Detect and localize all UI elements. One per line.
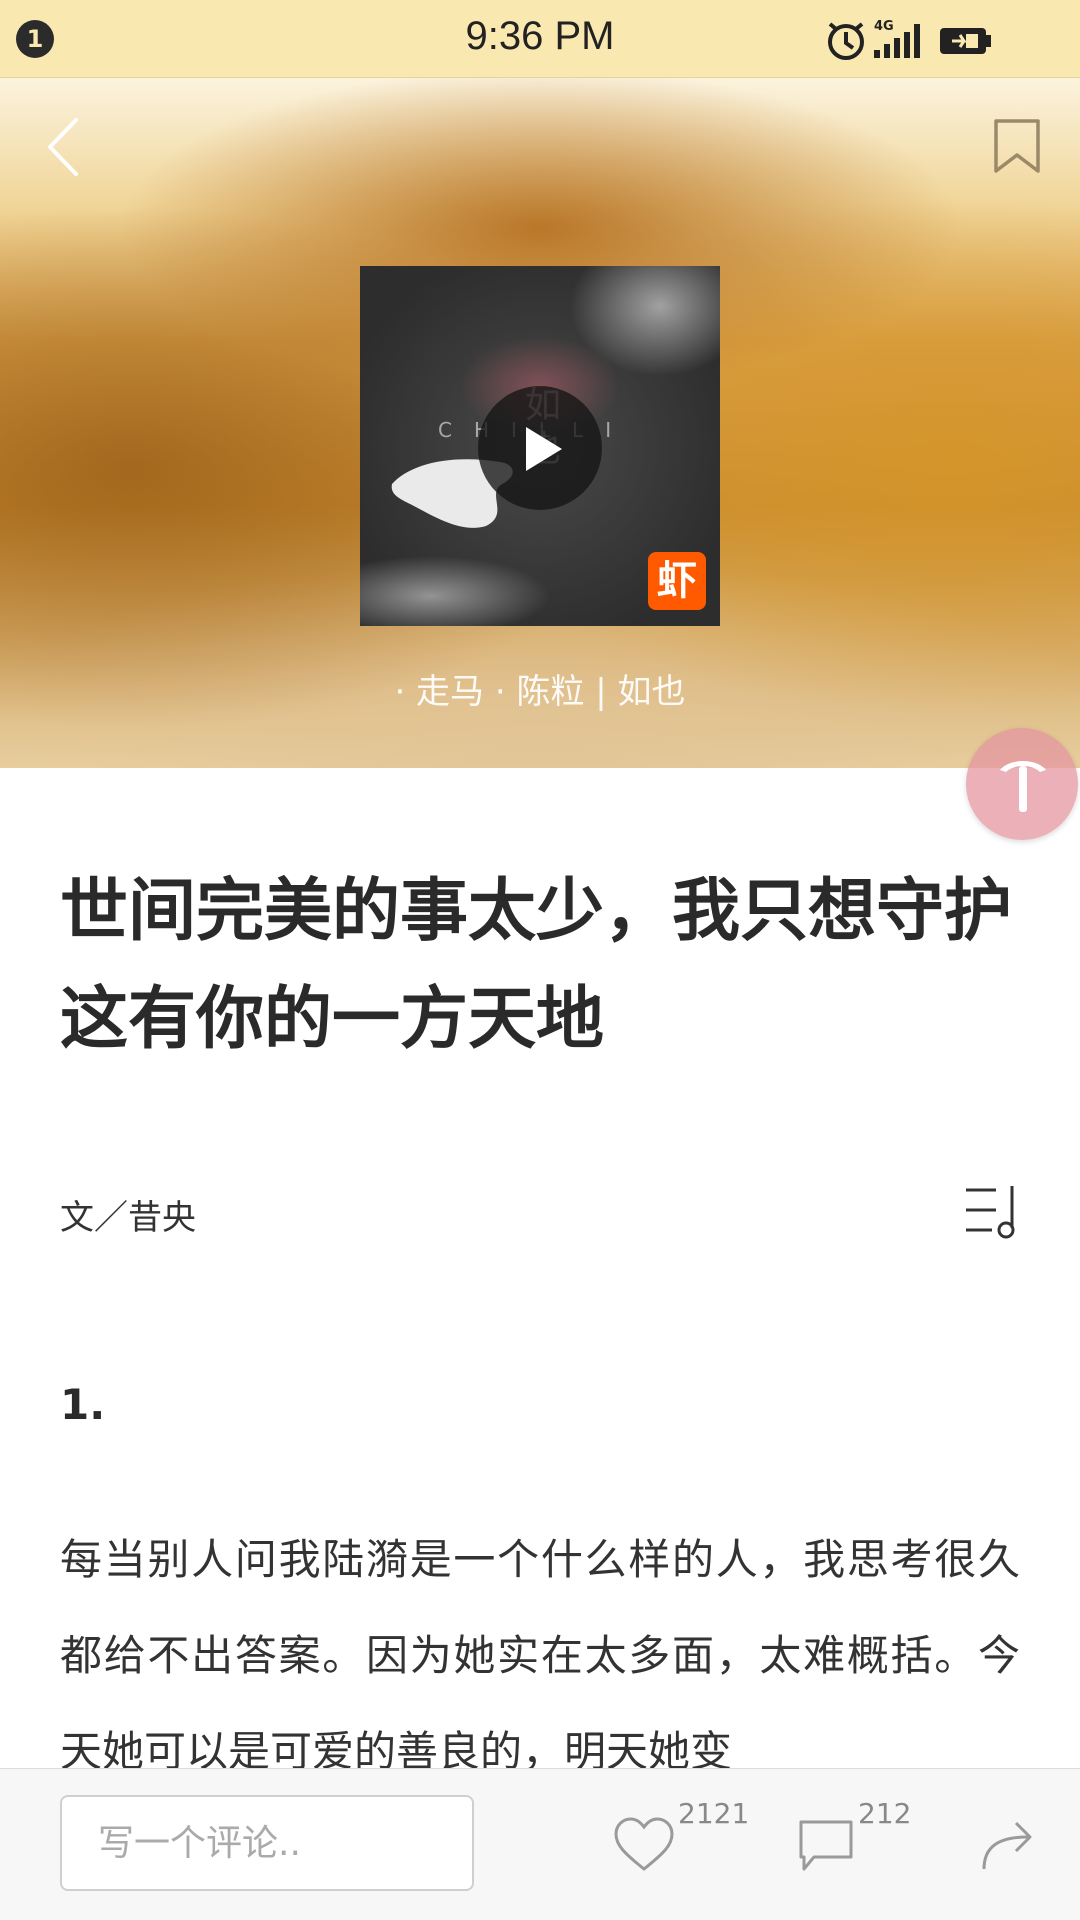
play-icon: [526, 427, 562, 471]
bottom-action-bar: 2121 212: [0, 1768, 1080, 1920]
status-icons: 4G: [812, 18, 1062, 62]
hero-banner: CHILLI 如也 虾 · 走马 · 陈粒 | 如也: [0, 78, 1080, 768]
article-author: 文／昔央: [60, 1198, 196, 1238]
section-number: 1.: [60, 1380, 106, 1429]
comment-icon[interactable]: [798, 1819, 854, 1875]
play-button[interactable]: [478, 386, 602, 510]
article-title: 世间完美的事太少，我只想守护这有你的一方天地: [60, 872, 1013, 1059]
heart-icon[interactable]: [614, 1817, 674, 1873]
xiami-logo: 虾: [648, 552, 706, 610]
status-bar: 1 9:36 PM 4G: [0, 0, 1080, 78]
battery-icon: [940, 28, 991, 54]
back-arrow-icon[interactable]: [42, 114, 86, 180]
like-count: 2121: [678, 1797, 750, 1830]
playlist-icon[interactable]: [962, 1184, 1022, 1240]
article-page: 1 9:36 PM 4G 虾 · 走马 · 陈粒 | 如也 世间完美的事太少，我…: [0, 0, 1080, 1920]
bookmark-icon[interactable]: [992, 118, 1042, 174]
share-icon[interactable]: [980, 1817, 1036, 1873]
album-cover[interactable]: CHILLI 如也 虾: [360, 266, 720, 626]
comment-count: 212: [858, 1797, 912, 1830]
floating-action-button[interactable]: [966, 728, 1078, 840]
alarm-icon: [828, 22, 864, 60]
network-type-label: 4G: [874, 19, 894, 34]
pickaxe-icon: [1000, 761, 1046, 812]
comment-input[interactable]: [60, 1795, 474, 1891]
song-caption: · 走马 · 陈粒 | 如也: [394, 672, 686, 712]
article-body: 每当别人问我陆漪是一个什么样的人，我思考很久都给不出答案。因为她实在太多面，太难…: [60, 1535, 1020, 1776]
